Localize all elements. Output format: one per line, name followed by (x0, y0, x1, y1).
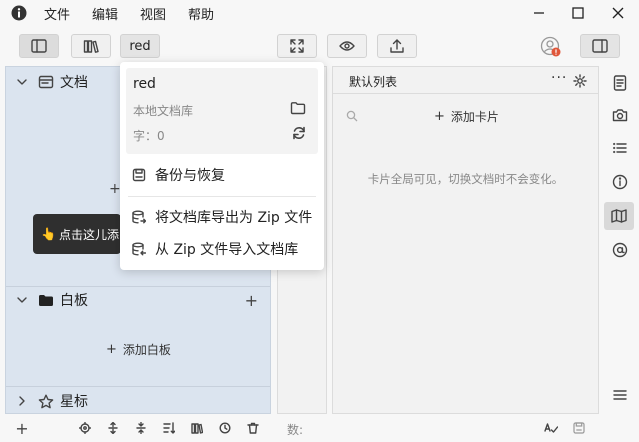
save-icon (132, 168, 146, 182)
add-plus-icon[interactable]: + (14, 419, 30, 438)
repo-type: 本地文档库 (133, 104, 194, 118)
outline-doc-icon[interactable] (605, 69, 635, 97)
database-export-icon (132, 210, 146, 224)
card-panel-header: 默认列表 ··· (333, 67, 598, 94)
whiteboard-section-header[interactable]: 白板 + (6, 287, 270, 313)
docs-section-title: 文档 (60, 75, 88, 91)
repo-info-card: red 本地文档库 字：0 (126, 68, 318, 154)
add-card-label: 添加卡片 (450, 110, 499, 124)
close-icon[interactable] (608, 3, 628, 23)
history-clock-icon[interactable] (217, 420, 233, 436)
save-status-icon[interactable] (571, 420, 587, 436)
books-small-icon[interactable] (189, 420, 205, 436)
toggle-left-sidebar-button[interactable] (19, 34, 59, 58)
card-list-title[interactable]: 默认列表 (349, 73, 397, 90)
export-zip-item[interactable]: 将文档库导出为 Zip 文件 (132, 206, 312, 228)
hint-tooltip: 👆 点击这儿添 (33, 214, 121, 254)
database-import-icon (132, 242, 146, 256)
folder-icon (39, 295, 53, 306)
menu-file[interactable]: 文件 (44, 4, 70, 23)
plus-icon: + (106, 342, 117, 357)
card-panel: 默认列表 ··· + 添加卡片 卡片全局可见，切换文档时不会变化。 (332, 66, 599, 414)
stars-section-title: 星标 (60, 394, 88, 410)
whiteboard-section-title: 白板 (60, 293, 88, 309)
app-logo-icon (11, 5, 27, 21)
list-icon[interactable] (605, 134, 635, 162)
more-icon[interactable]: ··· (551, 70, 567, 86)
repo-name: red (133, 76, 156, 92)
repo-switch-button[interactable]: red (120, 34, 160, 58)
library-button[interactable] (71, 34, 111, 58)
stars-section-header[interactable]: 星标 (6, 388, 270, 414)
collapse-all-icon[interactable] (133, 420, 149, 436)
account-avatar[interactable] (540, 36, 562, 58)
export-zip-label: 将文档库导出为 Zip 文件 (155, 210, 313, 226)
add-whiteboard-label: 添加白板 (122, 343, 171, 357)
expand-all-icon[interactable] (105, 420, 121, 436)
books-icon (83, 40, 99, 53)
import-zip-item[interactable]: 从 Zip 文件导入文档库 (132, 238, 298, 260)
refresh-icon[interactable] (292, 126, 306, 140)
chevron-down-icon (17, 297, 27, 303)
chevron-down-icon (17, 79, 27, 85)
card-hint-text: 卡片全局可见，切换文档时不会变化。 (367, 172, 564, 186)
sidebar-left-icon (31, 39, 47, 53)
minimize-icon[interactable] (529, 3, 549, 23)
share-button[interactable] (377, 34, 417, 58)
add-card-button[interactable]: + 添加卡片 (434, 108, 499, 125)
sidebar-right-icon (592, 39, 608, 53)
sort-icon[interactable] (161, 420, 177, 436)
divider (6, 386, 270, 387)
menu-edit[interactable]: 编辑 (92, 4, 118, 23)
add-whiteboard-plus-icon[interactable]: + (245, 291, 258, 310)
gear-icon[interactable] (573, 74, 587, 88)
star-icon (38, 394, 54, 408)
backup-restore-item[interactable]: 备份与恢复 (132, 164, 225, 186)
folder-open-icon[interactable] (290, 101, 306, 115)
menu-divider (128, 196, 316, 197)
locate-icon[interactable] (77, 420, 93, 436)
title-bar: 文件 编辑 视图 帮助 (0, 0, 639, 26)
preview-button[interactable] (327, 34, 367, 58)
camera-icon[interactable] (605, 101, 635, 129)
info-icon[interactable] (605, 168, 635, 196)
menu-help[interactable]: 帮助 (188, 4, 214, 23)
upload-icon (390, 39, 404, 53)
expand-icon (290, 39, 304, 53)
add-doc-plus-icon[interactable]: + (109, 181, 121, 197)
count-label: 数: (287, 423, 304, 437)
hamburger-menu-icon[interactable] (605, 382, 635, 408)
repo-popup-menu: red 本地文档库 字：0 备份与恢复 将文档库导出为 Zip 文件 从 Zip… (120, 62, 324, 270)
trash-icon[interactable] (245, 420, 261, 436)
backup-restore-label: 备份与恢复 (155, 168, 225, 184)
map-icon[interactable] (604, 202, 634, 230)
toggle-right-sidebar-button[interactable] (580, 34, 620, 58)
eye-icon (339, 41, 355, 51)
chevron-right-icon (19, 396, 25, 406)
notebook-icon (38, 75, 54, 89)
import-zip-label: 从 Zip 文件导入文档库 (155, 242, 299, 258)
fullscreen-button[interactable] (277, 34, 317, 58)
menu-view[interactable]: 视图 (140, 4, 166, 23)
user-circle-icon (540, 36, 561, 57)
at-sign-icon[interactable] (605, 236, 635, 264)
add-whiteboard-button[interactable]: + 添加白板 (106, 341, 171, 358)
word-count: 字：0 (133, 129, 165, 143)
pointing-hand-icon: 👆 (41, 227, 56, 241)
right-rail (603, 66, 637, 414)
search-icon[interactable] (346, 110, 358, 122)
spellcheck-icon[interactable] (543, 420, 559, 436)
hint-tooltip-text: 点击这儿添 (58, 227, 119, 242)
plus-icon: + (434, 109, 445, 124)
maximize-icon[interactable] (568, 3, 588, 23)
